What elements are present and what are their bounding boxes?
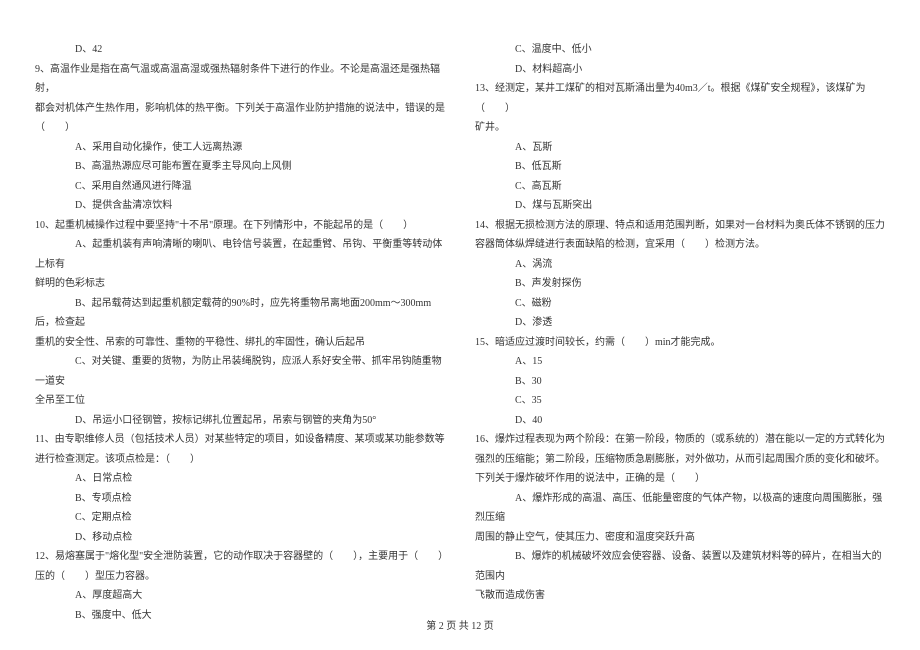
q10-option-b-line2: 重机的安全性、吊索的可靠性、重物的平稳性、绑扎的牢固性，确认后起吊 — [35, 333, 445, 353]
q9-stem-line2: 都会对机体产生热作用，影响机体的热平衡。下列关于高温作业防护措施的说法中，错误的… — [35, 99, 445, 119]
page-footer: 第 2 页 共 12 页 — [0, 617, 920, 632]
q9-option-c: C、采用自然通风进行降温 — [35, 177, 445, 197]
q16-option-b-line1: B、爆炸的机械破坏效应会使容器、设备、装置以及建筑材料等的碎片，在相当大的范围内 — [475, 547, 885, 586]
q12-stem-line2: 压的（ ）型压力容器。 — [35, 567, 445, 587]
q12-option-a: A、厚度超高大 — [35, 586, 445, 606]
q14-option-b: B、声发射探伤 — [475, 274, 885, 294]
q14-option-c: C、磁粉 — [475, 294, 885, 314]
q13-option-c: C、高瓦斯 — [475, 177, 885, 197]
q16-option-a-line1: A、爆炸形成的高温、高压、低能量密度的气体产物，以极高的速度向周围膨胀，强烈压缩 — [475, 489, 885, 528]
q10-option-c-line2: 全吊至工位 — [35, 391, 445, 411]
q15-option-b: B、30 — [475, 372, 885, 392]
q16-option-a-line2: 周围的静止空气，使其压力、密度和温度突跃升高 — [475, 528, 885, 548]
q9-option-d: D、提供含盐清凉饮料 — [35, 196, 445, 216]
q15-stem: 15、暗适应过渡时间较长，约需（ ）min才能完成。 — [475, 333, 885, 353]
q9-option-b: B、高温热源应尽可能布置在夏季主导风向上风侧 — [35, 157, 445, 177]
q11-option-d: D、移动点检 — [35, 528, 445, 548]
q15-option-d: D、40 — [475, 411, 885, 431]
q10-option-a-line1: A、起重机装有声响清晰的喇叭、电铃信号装置，在起重臂、吊钩、平衡重等转动体上标有 — [35, 235, 445, 274]
q16-option-b-line2: 飞散而造成伤害 — [475, 586, 885, 606]
right-column: C、温度中、低小 D、材料超高小 13、经测定，某井工煤矿的相对瓦斯涌出量为40… — [475, 40, 885, 600]
q14-option-d: D、渗透 — [475, 313, 885, 333]
q16-stem-line2: 强烈的压缩能；第二阶段，压缩物质急剧膨胀，对外做功，从而引起周围介质的变化和破坏… — [475, 450, 885, 470]
q9-option-a: A、采用自动化操作，使工人远离热源 — [35, 138, 445, 158]
q13-stem-line2: 矿井。 — [475, 118, 885, 138]
q14-stem-line2: 容器筒体纵焊缝进行表面缺陷的检测，宜采用（ ）检测方法。 — [475, 235, 885, 255]
page-content: D、42 9、高温作业是指在高气温或高温高湿或强热辐射条件下进行的作业。不论是高… — [35, 40, 885, 600]
q10-option-c-line1: C、对关键、重要的货物，为防止吊装绳脱钩，应派人系好安全带、抓牢吊钩随重物一道安 — [35, 352, 445, 391]
q12-option-c: C、温度中、低小 — [475, 40, 885, 60]
q13-stem-line1: 13、经测定，某井工煤矿的相对瓦斯涌出量为40m3／t。根据《煤矿安全规程》，该… — [475, 79, 885, 118]
q11-stem-line1: 11、由专职维修人员（包括技术人员）对某些特定的项目，如设备精度、某项或某功能参… — [35, 430, 445, 450]
q15-option-a: A、15 — [475, 352, 885, 372]
q10-stem: 10、起重机械操作过程中要坚持"十不吊"原理。在下列情形中，不能起吊的是（ ） — [35, 216, 445, 236]
q12-option-d: D、材料超高小 — [475, 60, 885, 80]
q16-stem-line1: 16、爆炸过程表现为两个阶段：在第一阶段，物质的（或系统的）潜在能以一定的方式转… — [475, 430, 885, 450]
q13-option-d: D、煤与瓦斯突出 — [475, 196, 885, 216]
q11-stem-line2: 进行检查测定。该项点检是：（ ） — [35, 450, 445, 470]
q15-option-c: C、35 — [475, 391, 885, 411]
q13-option-b: B、低瓦斯 — [475, 157, 885, 177]
left-column: D、42 9、高温作业是指在高气温或高温高湿或强热辐射条件下进行的作业。不论是高… — [35, 40, 445, 600]
q9-stem-line1: 9、高温作业是指在高气温或高温高湿或强热辐射条件下进行的作业。不论是高温还是强热… — [35, 60, 445, 99]
q9-stem-line3: （ ） — [35, 118, 445, 138]
q14-option-a: A、涡流 — [475, 255, 885, 275]
q16-stem-line3: 下列关于爆炸破坏作用的说法中，正确的是（ ） — [475, 469, 885, 489]
q11-option-c: C、定期点检 — [35, 508, 445, 528]
q10-option-a-line2: 鲜明的色彩标志 — [35, 274, 445, 294]
q12-stem-line1: 12、易熔塞属于"熔化型"安全泄防装置，它的动作取决于容器壁的（ ），主要用于（… — [35, 547, 445, 567]
q10-option-b-line1: B、起吊载荷达到起重机额定载荷的90%时，应先将重物吊离地面200mm～300m… — [35, 294, 445, 333]
q8-option-d: D、42 — [35, 40, 445, 60]
q13-option-a: A、瓦斯 — [475, 138, 885, 158]
q11-option-a: A、日常点检 — [35, 469, 445, 489]
q11-option-b: B、专项点检 — [35, 489, 445, 509]
q10-option-d: D、吊运小口径钢管，按标记绑扎位置起吊，吊索与钢管的夹角为50° — [35, 411, 445, 431]
q14-stem-line1: 14、根据无损检测方法的原理、特点和适用范围判断，如果对一台材料为奥氏体不锈钢的… — [475, 216, 885, 236]
